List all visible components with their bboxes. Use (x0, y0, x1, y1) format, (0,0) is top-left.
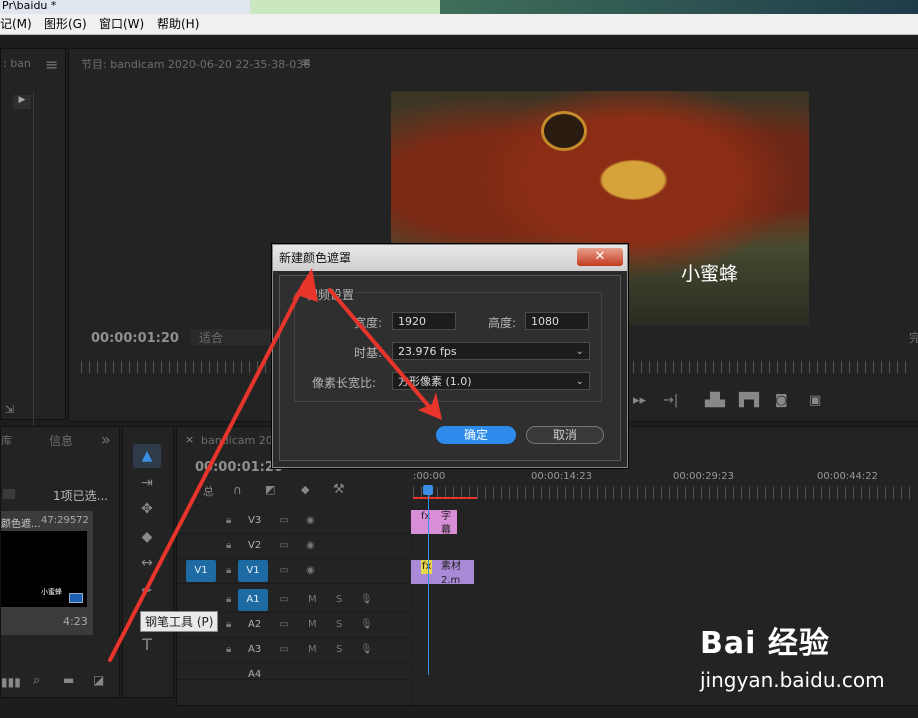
annotation-arrow-up (108, 280, 307, 662)
baidu-watermark: Bai 经验 jingyan.baidu.com (700, 618, 885, 692)
watermark-url: jingyan.baidu.com (700, 668, 885, 692)
arrow-head-icon (292, 268, 318, 302)
annotation-arrows (108, 268, 442, 662)
watermark-brand: Bai 经验 (700, 626, 830, 661)
annotation-arrow-down (328, 288, 434, 412)
